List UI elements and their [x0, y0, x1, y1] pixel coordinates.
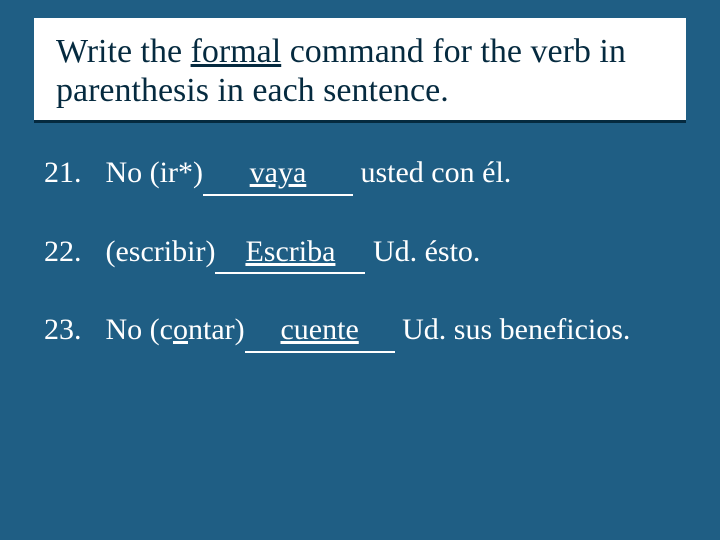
item-pre-b: ntar) [188, 313, 245, 346]
list-item: 21. No (ir*) vaya usted con él. [44, 153, 676, 196]
list-item: 23. No (contar) cuente Ud. sus beneficios… [44, 310, 676, 353]
title-pre: Write the [56, 33, 191, 70]
item-pre: (escribir) [106, 235, 216, 268]
item-post: Ud. sus beneficios. [395, 313, 631, 346]
item-pre: No (ir*) [106, 156, 203, 189]
answer-blank: Escriba [215, 232, 365, 275]
item-pre-underlined: o [173, 313, 188, 346]
answer-blank: cuente [245, 310, 395, 353]
item-number: 23. [44, 310, 98, 351]
title-container: Write the formal command for the verb in… [34, 18, 686, 123]
item-number: 22. [44, 232, 98, 273]
instruction-title: Write the formal command for the verb in… [56, 32, 664, 110]
sentence-list: 21. No (ir*) vaya usted con él. 22. (escr… [34, 153, 686, 353]
title-underlined: formal [191, 33, 282, 70]
item-post: usted con él. [353, 156, 511, 189]
item-pre-a: No (c [106, 313, 173, 346]
answer-text: Escriba [245, 235, 335, 268]
slide: Write the formal command for the verb in… [0, 0, 720, 540]
list-item: 22. (escribir) Escriba Ud. ésto. [44, 232, 676, 275]
answer-text: cuente [280, 313, 358, 346]
answer-text: vaya [250, 156, 307, 189]
answer-blank: vaya [203, 153, 353, 196]
item-number: 21. [44, 153, 98, 194]
item-post: Ud. ésto. [365, 235, 480, 268]
